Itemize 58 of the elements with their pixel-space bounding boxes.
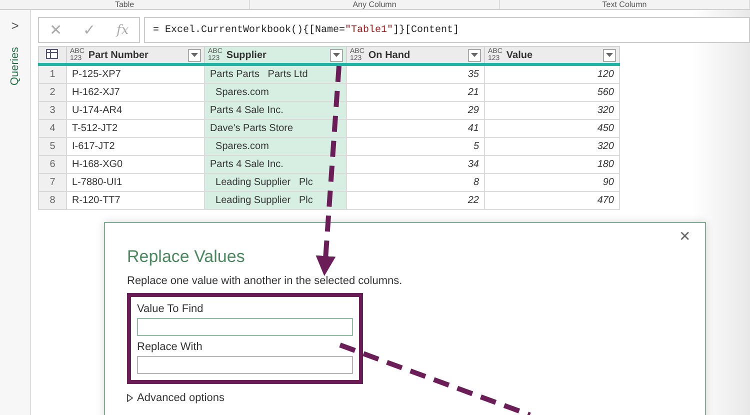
row-number: 8 bbox=[38, 192, 66, 210]
table-cell: Parts 4 Sale Inc. bbox=[204, 156, 346, 174]
row-number: 4 bbox=[38, 120, 66, 138]
filter-dropdown-icon[interactable] bbox=[330, 48, 343, 62]
row-number: 6 bbox=[38, 156, 66, 174]
column-name: On Hand bbox=[368, 50, 412, 60]
table-cell: Parts 4 Sale Inc. bbox=[204, 102, 346, 120]
close-button[interactable]: ✕ bbox=[673, 227, 697, 245]
table-cell: 470 bbox=[484, 192, 620, 210]
filter-dropdown-icon[interactable] bbox=[468, 48, 481, 62]
expand-chevron[interactable]: > bbox=[11, 18, 19, 33]
table-cell: 180 bbox=[484, 156, 620, 174]
table-cell: 22 bbox=[346, 192, 484, 210]
field-label: Value To Find bbox=[137, 303, 204, 315]
dialog-description: Replace one value with another in the selected columns. bbox=[127, 275, 404, 287]
table-cell: H-168-XG0 bbox=[66, 156, 204, 174]
table-menu-icon[interactable] bbox=[38, 46, 66, 64]
table-cell: R-120-TT7 bbox=[66, 192, 204, 210]
table-cell: 29 bbox=[346, 102, 484, 120]
field-label: Replace With bbox=[137, 341, 204, 353]
table-cell: 5 bbox=[346, 138, 484, 156]
table-cell: T-512-JT2 bbox=[66, 120, 204, 138]
filter-dropdown-icon[interactable] bbox=[188, 48, 201, 62]
table-cell: Spares.com bbox=[204, 84, 346, 102]
table-cell: Leading Supplier Plc bbox=[204, 192, 346, 210]
ribbon-group-label: Text Column bbox=[500, 0, 750, 9]
input-field[interactable] bbox=[137, 356, 353, 374]
table-cell: Dave's Parts Store bbox=[204, 120, 346, 138]
filter-dropdown-icon[interactable] bbox=[603, 48, 616, 62]
table-cell: Leading Supplier Plc bbox=[204, 174, 346, 192]
table-cell: 8 bbox=[346, 174, 484, 192]
table-cell: 450 bbox=[484, 120, 620, 138]
row-number: 5 bbox=[38, 138, 66, 156]
table-cell: 90 bbox=[484, 174, 620, 192]
table-cell: 41 bbox=[346, 120, 484, 138]
row-number: 3 bbox=[38, 102, 66, 120]
queries-pane-label[interactable]: Queries bbox=[9, 47, 21, 86]
input-field[interactable] bbox=[137, 318, 353, 336]
ribbon-group-label: Table bbox=[0, 0, 250, 9]
row-number: 7 bbox=[38, 174, 66, 192]
table-cell: L-7880-UI1 bbox=[66, 174, 204, 192]
row-number: 2 bbox=[38, 84, 66, 102]
dialog-title: Replace Values bbox=[127, 247, 246, 267]
table-cell: 560 bbox=[484, 84, 620, 102]
ribbon-group-label: Any Column bbox=[250, 0, 500, 9]
table-cell: I-617-JT2 bbox=[66, 138, 204, 156]
table-cell: 320 bbox=[484, 102, 620, 120]
table-cell: H-162-XJ7 bbox=[66, 84, 204, 102]
expand-triangle-icon bbox=[127, 394, 133, 402]
advanced-options-toggle[interactable]: Advanced options bbox=[127, 392, 224, 404]
table-cell: 320 bbox=[484, 138, 620, 156]
table-cell: 34 bbox=[346, 156, 484, 174]
table-cell: Spares.com bbox=[204, 138, 346, 156]
table-cell: 21 bbox=[346, 84, 484, 102]
column-name: Part Number bbox=[88, 50, 150, 60]
column-name: Value bbox=[506, 50, 534, 60]
column-name: Supplier bbox=[226, 50, 268, 60]
table-cell: U-174-AR4 bbox=[66, 102, 204, 120]
